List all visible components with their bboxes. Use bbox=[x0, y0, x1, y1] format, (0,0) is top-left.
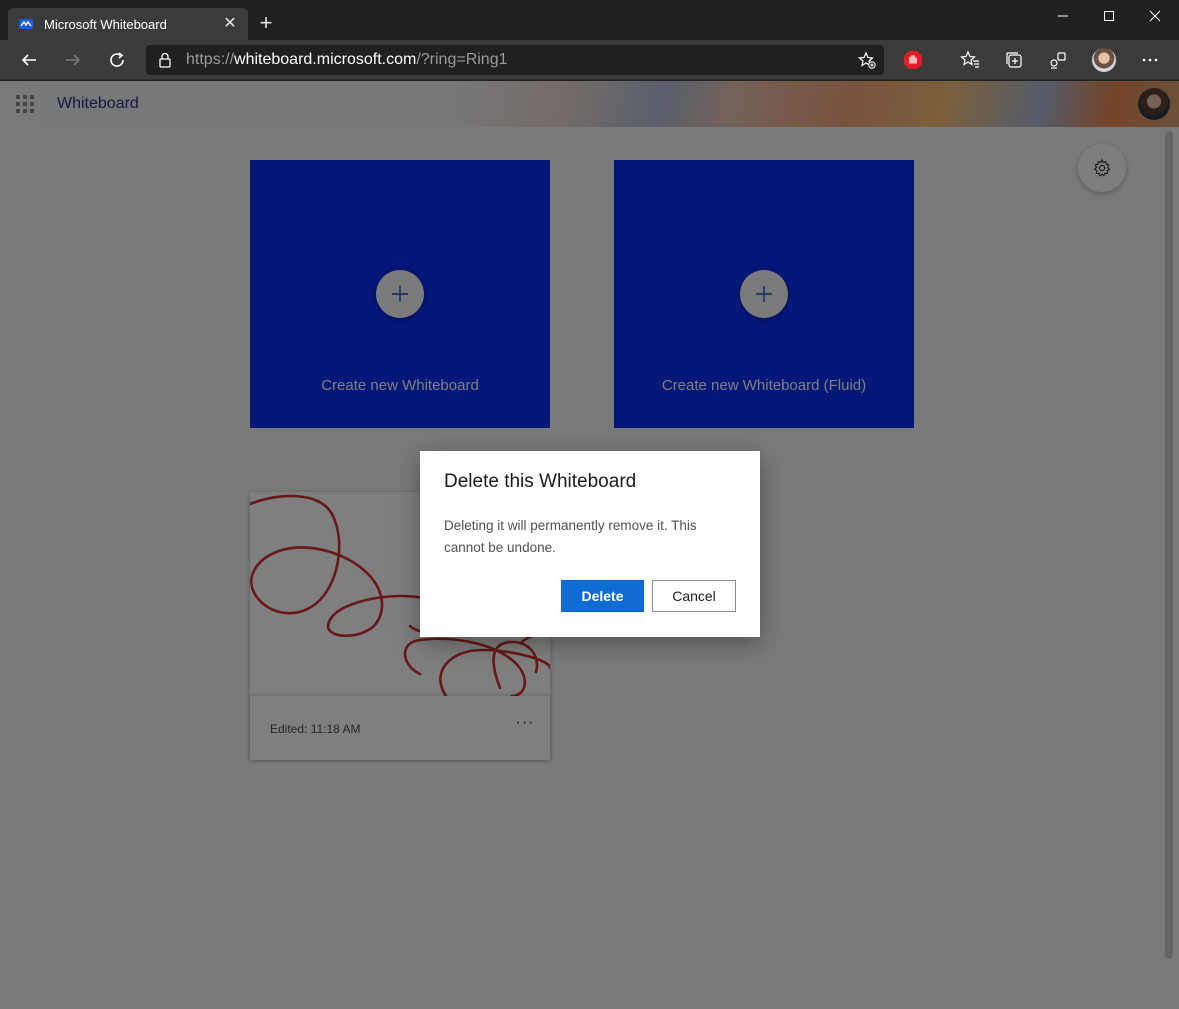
address-bar[interactable]: https://whiteboard.microsoft.com/?ring=R… bbox=[146, 45, 884, 75]
minimize-icon[interactable] bbox=[1040, 0, 1086, 32]
share-icon[interactable] bbox=[1044, 46, 1072, 74]
forward-icon[interactable] bbox=[57, 44, 89, 76]
favorites-icon[interactable] bbox=[956, 46, 984, 74]
browser-tab[interactable]: Microsoft Whiteboard ✕ bbox=[8, 8, 248, 40]
new-tab-icon[interactable]: + bbox=[254, 12, 278, 36]
url-text[interactable]: https://whiteboard.microsoft.com/?ring=R… bbox=[186, 51, 508, 69]
maximize-icon[interactable] bbox=[1086, 0, 1132, 32]
close-tab-icon[interactable]: ✕ bbox=[220, 14, 240, 34]
dialog-message: Deleting it will permanently remove it. … bbox=[444, 518, 697, 555]
add-favorite-icon[interactable] bbox=[858, 51, 876, 69]
tab-title: Microsoft Whiteboard bbox=[44, 16, 167, 32]
url-host: whiteboard.microsoft.com bbox=[234, 51, 417, 68]
cancel-button[interactable]: Cancel bbox=[652, 580, 736, 612]
url-scheme: https:// bbox=[186, 51, 235, 68]
page-content: Whiteboard Create new Whiteboard Create … bbox=[0, 81, 1179, 1009]
delete-button[interactable]: Delete bbox=[561, 580, 644, 612]
delete-dialog: Delete this Whiteboard Deleting it will … bbox=[420, 451, 760, 637]
tab-strip: Microsoft Whiteboard ✕ + bbox=[0, 0, 1179, 40]
whiteboard-icon bbox=[19, 19, 33, 29]
refresh-icon[interactable] bbox=[101, 44, 133, 76]
browser-window: Microsoft Whiteboard ✕ + https://whitebo… bbox=[0, 0, 1179, 1009]
dialog-title: Delete this Whiteboard bbox=[444, 471, 637, 492]
url-path: /?ring=Ring1 bbox=[416, 51, 508, 68]
more-options-icon[interactable] bbox=[1136, 46, 1164, 74]
navigation-bar: https://whiteboard.microsoft.com/?ring=R… bbox=[0, 40, 1179, 80]
lock-icon[interactable] bbox=[158, 52, 172, 68]
back-icon[interactable] bbox=[13, 44, 45, 76]
close-window-icon[interactable] bbox=[1132, 0, 1178, 32]
profile-avatar[interactable] bbox=[1090, 46, 1118, 74]
collections-icon[interactable] bbox=[1000, 46, 1028, 74]
extension-stop-icon[interactable] bbox=[899, 46, 927, 74]
